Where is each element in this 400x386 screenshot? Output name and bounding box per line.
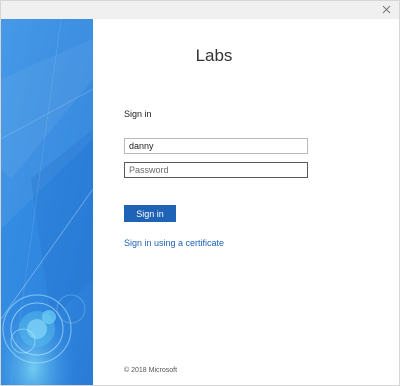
- side-illustration: [1, 19, 93, 385]
- sign-in-heading: Sign in: [124, 109, 152, 119]
- sign-in-button[interactable]: Sign in: [124, 205, 176, 222]
- username-field[interactable]: [124, 138, 308, 154]
- password-field[interactable]: [124, 162, 308, 178]
- certificate-sign-in-link[interactable]: Sign in using a certificate: [124, 238, 224, 248]
- organization-name: Labs: [195, 46, 233, 65]
- sign-in-panel: Labs Sign in Sign in Sign in using a cer…: [93, 19, 399, 385]
- close-icon: [382, 1, 391, 19]
- title-bar: [1, 1, 399, 19]
- close-button[interactable]: [379, 3, 393, 17]
- sign-in-window: Labs Sign in Sign in Sign in using a cer…: [0, 0, 400, 386]
- copyright-footer: © 2018 Microsoft: [124, 367, 178, 374]
